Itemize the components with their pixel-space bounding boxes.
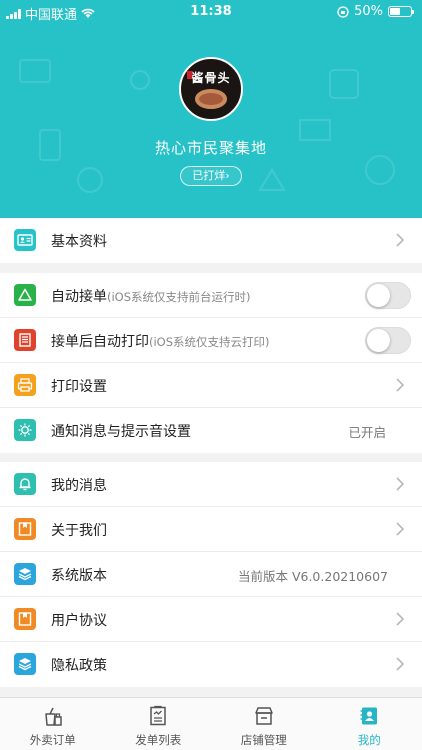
bulb-icon	[14, 419, 36, 441]
section-basic: 基本资料	[0, 218, 422, 263]
layers-icon	[14, 563, 36, 585]
section-about: 我的消息 关于我们 系统版本 当前版本 V6.0.20210607 用户协议 隐…	[0, 462, 422, 687]
auto-accept-toggle[interactable]	[365, 282, 411, 309]
row-user-agreement[interactable]: 用户协议	[0, 597, 422, 642]
tab-label: 店铺管理	[240, 733, 287, 747]
row-hint: (iOS系统仅支持云打印)	[149, 335, 270, 349]
tab-dispatch-list[interactable]: 发单列表	[106, 698, 212, 750]
row-label: 我的消息	[51, 478, 107, 494]
chevron-right-icon	[396, 477, 404, 491]
toggle-knob	[367, 284, 390, 307]
auto-print-toggle[interactable]	[365, 327, 411, 354]
list-icon	[150, 705, 166, 726]
tab-mine[interactable]: 我的	[317, 698, 422, 750]
row-label: 基本资料	[51, 234, 107, 250]
receipt-icon	[14, 329, 36, 351]
takeout-icon	[45, 707, 62, 726]
row-label: 关于我们	[51, 523, 107, 539]
rotation-lock-icon	[337, 5, 349, 18]
tab-store-management[interactable]: 店铺管理	[211, 698, 317, 750]
profile-header: 中国联通 11:38 50% 酱骨头 热心市民聚集地 已打烊›	[0, 0, 422, 218]
row-notification-settings[interactable]: 通知消息与提示音设置 已开启	[0, 408, 422, 453]
row-label: 自动接单(iOS系统仅支持前台运行时)	[51, 286, 251, 306]
row-my-messages[interactable]: 我的消息	[0, 462, 422, 507]
row-label-text: 接单后自动打印	[51, 334, 149, 350]
printer-icon	[14, 374, 36, 396]
status-bar: 中国联通 11:38 50%	[0, 0, 422, 24]
row-print-settings[interactable]: 打印设置	[0, 363, 422, 408]
store-status-badge[interactable]: 已打烊›	[180, 166, 242, 186]
chevron-right-icon	[396, 657, 404, 671]
store-icon	[255, 707, 273, 725]
chevron-right-icon	[396, 378, 404, 392]
store-avatar[interactable]: 酱骨头	[179, 57, 243, 121]
row-system-version: 系统版本 当前版本 V6.0.20210607	[0, 552, 422, 597]
app-version: 当前版本 V6.0.20210607	[237, 569, 388, 584]
row-label-text: 自动接单	[51, 289, 107, 305]
row-about-us[interactable]: 关于我们	[0, 507, 422, 552]
bookmark-icon	[14, 608, 36, 630]
store-name: 热心市民聚集地	[154, 139, 267, 157]
logo-text: 酱骨头	[191, 71, 231, 85]
chevron-right-icon: ›	[225, 169, 230, 182]
battery-percent: 50%	[354, 4, 383, 19]
tab-takeout-orders[interactable]: 外卖订单	[0, 698, 106, 750]
tab-label: 发单列表	[135, 733, 182, 747]
row-label: 隐私政策	[51, 658, 107, 674]
id-card-icon	[14, 229, 36, 251]
row-auto-print: 接单后自动打印(iOS系统仅支持云打印)	[0, 318, 422, 363]
battery-icon	[388, 6, 414, 17]
chevron-right-icon	[396, 233, 404, 247]
profile-icon	[360, 707, 378, 725]
tab-label: 我的	[357, 733, 381, 747]
row-label: 接单后自动打印(iOS系统仅支持云打印)	[51, 331, 270, 351]
section-orders: 自动接单(iOS系统仅支持前台运行时) 接单后自动打印(iOS系统仅支持云打印)…	[0, 273, 422, 453]
row-label: 通知消息与提示音设置	[51, 424, 191, 440]
row-hint: (iOS系统仅支持前台运行时)	[107, 290, 251, 304]
row-label: 系统版本	[51, 568, 107, 584]
dish-image	[195, 89, 227, 109]
bookmark-icon	[14, 518, 36, 540]
bell-icon	[14, 473, 36, 495]
row-auto-accept: 自动接单(iOS系统仅支持前台运行时)	[0, 273, 422, 318]
toggle-knob	[367, 329, 390, 352]
row-basic-info[interactable]: 基本资料	[0, 218, 422, 263]
chevron-right-icon	[396, 522, 404, 536]
row-privacy-policy[interactable]: 隐私政策	[0, 642, 422, 687]
layers-icon	[14, 653, 36, 675]
row-label: 用户协议	[51, 613, 107, 629]
triangle-icon	[14, 284, 36, 306]
tab-label: 外卖订单	[29, 733, 76, 747]
chevron-right-icon	[396, 612, 404, 626]
row-label: 打印设置	[51, 379, 107, 395]
tab-bar: 外卖订单 发单列表 店铺管理 我的	[0, 697, 422, 750]
store-status-text: 已打烊	[192, 169, 226, 182]
notification-status: 已开启	[348, 425, 386, 440]
